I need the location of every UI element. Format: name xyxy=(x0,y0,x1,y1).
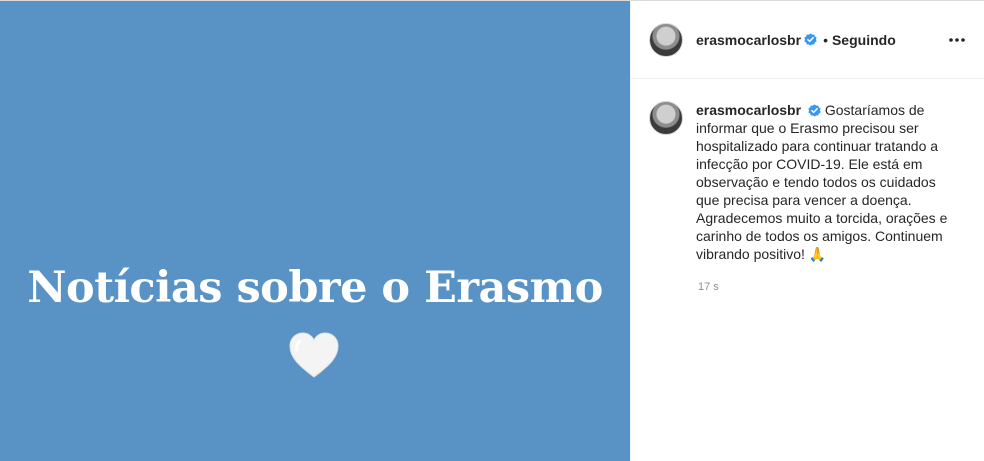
white-heart-icon xyxy=(289,332,339,378)
caption-body: erasmocarlosbr Gostaríamos de informar q… xyxy=(696,101,961,263)
header-username[interactable]: erasmocarlosbr xyxy=(696,32,801,48)
separator-dot: • xyxy=(823,31,828,48)
avatar[interactable] xyxy=(649,22,683,57)
post-timestamp[interactable]: 17 s xyxy=(698,281,984,293)
verified-badge-icon xyxy=(808,104,821,117)
more-options-icon xyxy=(949,38,965,42)
instagram-post: Notícias sobre o Erasmo erasmocarlosbr •… xyxy=(0,0,984,461)
media-title: Notícias sobre o Erasmo xyxy=(27,263,603,313)
post-media[interactable]: Notícias sobre o Erasmo xyxy=(0,1,630,461)
caption-avatar[interactable] xyxy=(649,101,683,135)
caption-block: erasmocarlosbr Gostaríamos de informar q… xyxy=(631,79,984,263)
praying-hands-icon: 🙏 xyxy=(808,246,827,262)
following-button[interactable]: Seguindo xyxy=(832,32,896,48)
caption-text: Gostaríamos de informar que o Erasmo pre… xyxy=(696,102,948,262)
verified-badge-icon xyxy=(804,33,817,46)
post-header: erasmocarlosbr • Seguindo xyxy=(631,1,984,79)
more-options-button[interactable] xyxy=(946,29,968,51)
caption-username[interactable]: erasmocarlosbr xyxy=(696,102,801,118)
post-sidebar: erasmocarlosbr • Seguindo erasmocarlosbr xyxy=(630,1,984,461)
